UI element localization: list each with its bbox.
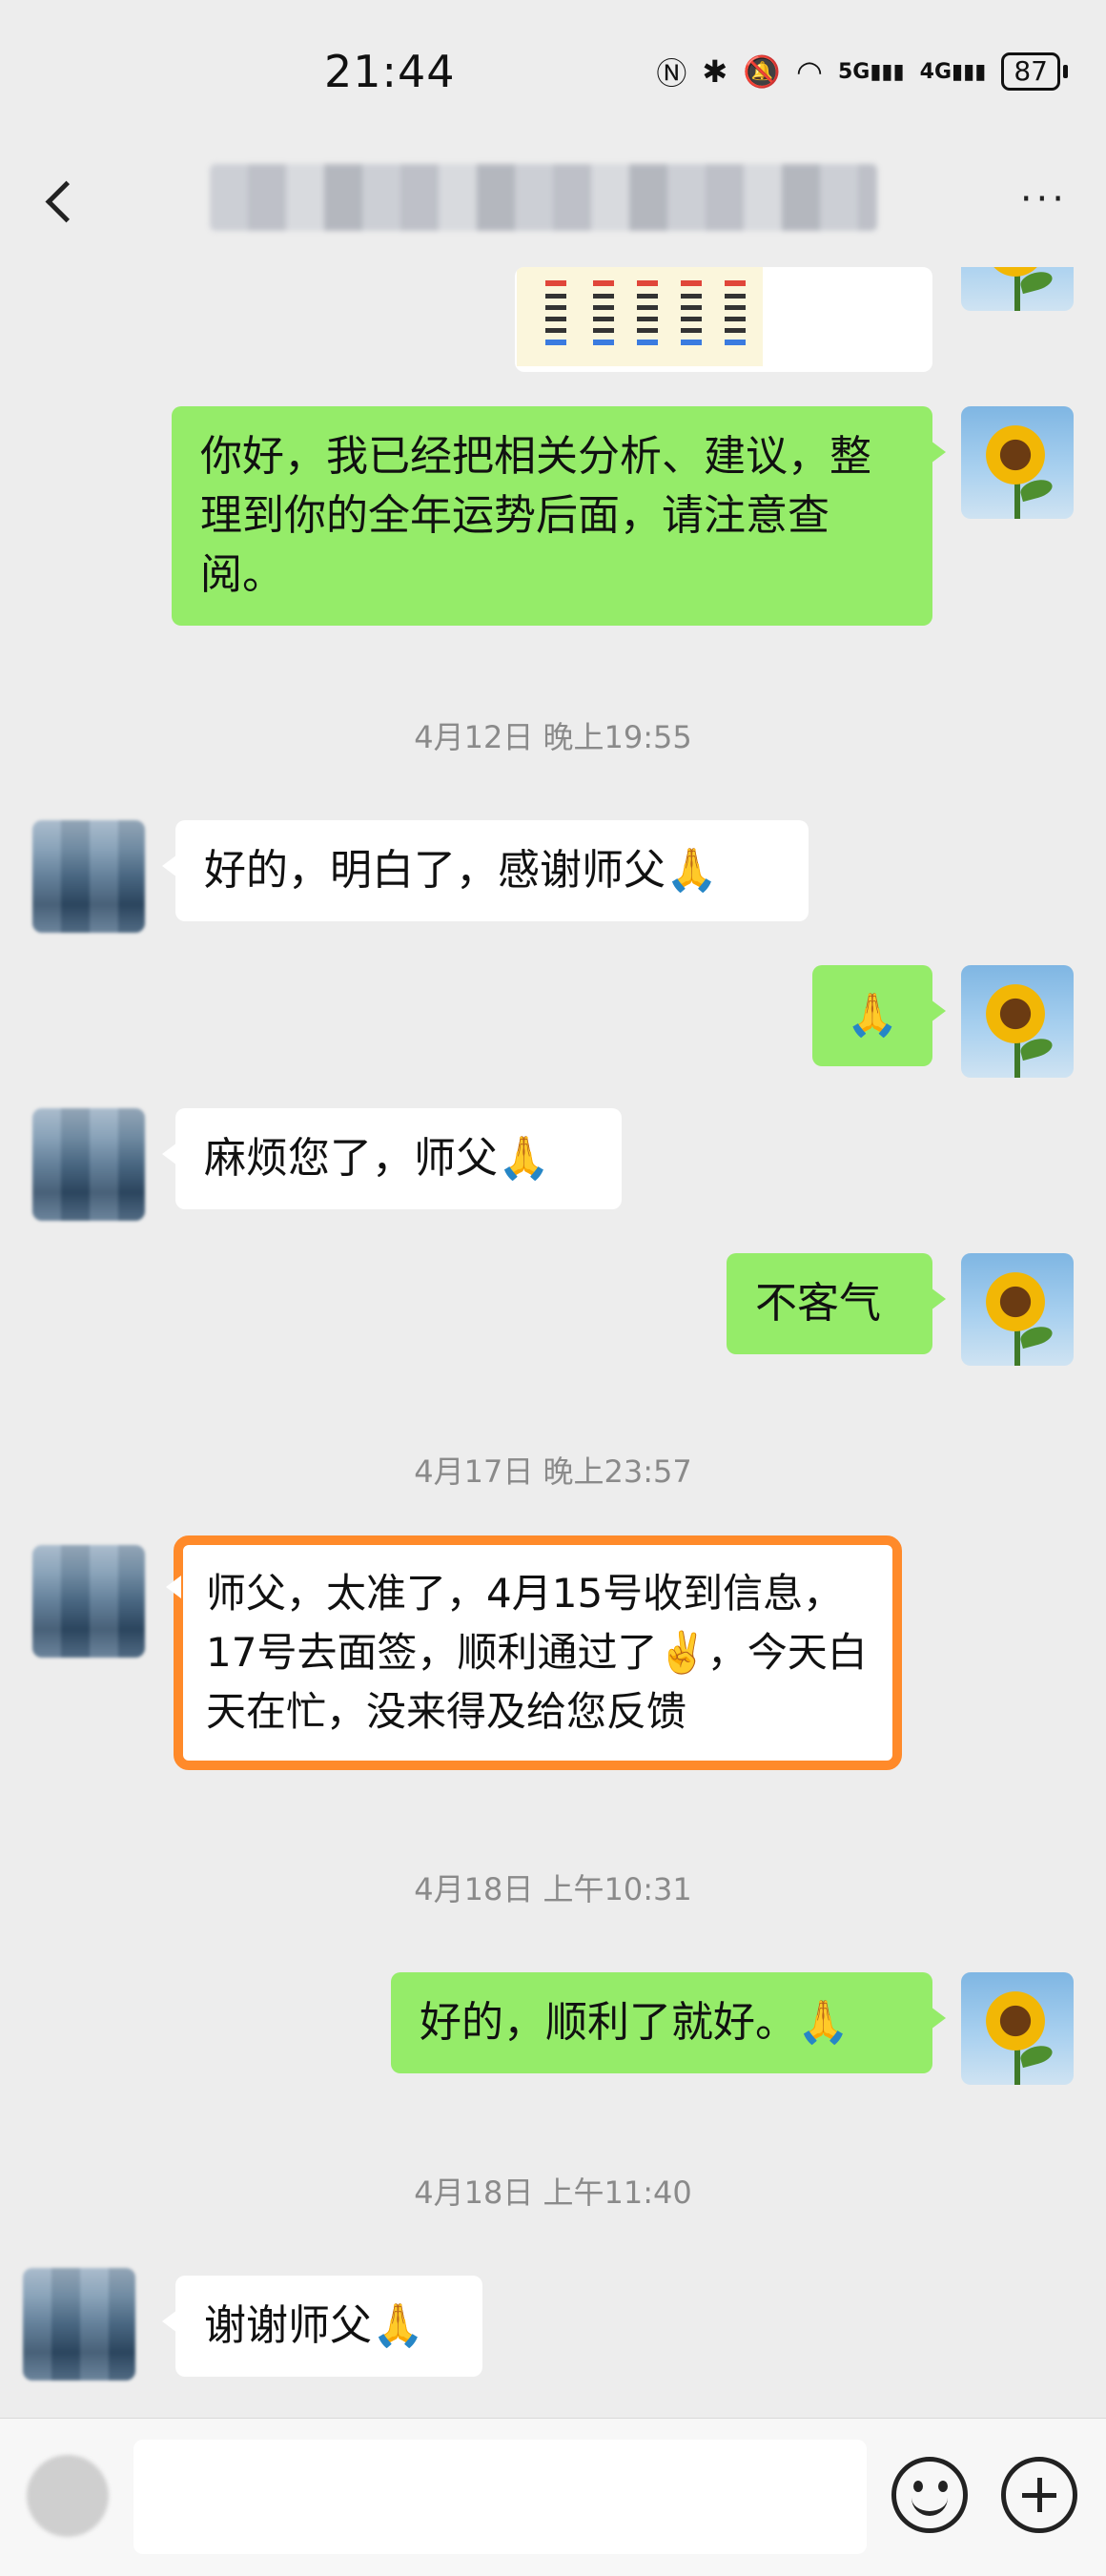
my-avatar[interactable]	[961, 406, 1074, 519]
bluetooth-icon: ✱	[702, 53, 728, 90]
message-bubble[interactable]: 麻烦您了，师父🙏	[162, 1108, 622, 1209]
back-arrow-icon[interactable]	[38, 172, 95, 229]
message-bubble[interactable]: 🙏	[812, 965, 946, 1066]
more-options-icon[interactable]: ···	[1020, 177, 1068, 221]
plus-icon[interactable]	[1001, 2457, 1077, 2533]
battery-level: 87	[1001, 52, 1060, 91]
message-timestamp: 4月17日 晚上23:57	[414, 1453, 692, 1490]
message-bubble[interactable]: 你好，我已经把相关分析、建议，整理到你的全年运势后面，请注意查阅。	[172, 406, 946, 626]
status-time: 21:44	[324, 46, 456, 97]
my-avatar[interactable]	[961, 965, 1074, 1078]
input-bar	[0, 2418, 1106, 2576]
battery-tip	[1063, 65, 1068, 78]
message-timestamp: 4月12日 晚上19:55	[414, 719, 692, 755]
status-icons: Ⓝ ✱ 🔕 ◠ 5G▮▮▮ 4G▮▮▮ 87	[656, 50, 1068, 93]
contact-avatar[interactable]	[32, 820, 145, 933]
my-avatar[interactable]	[961, 1972, 1074, 2085]
nfc-icon: Ⓝ	[656, 55, 687, 92]
message-bubble[interactable]: 好的，明白了，感谢师父🙏	[162, 820, 809, 921]
wifi-icon: ◠	[796, 53, 823, 90]
message-bubble-highlighted[interactable]: 师父，太准了，4月15号收到信息，17号去面签，顺利通过了✌️，今天白天在忙，没…	[166, 1535, 902, 1770]
message-input[interactable]	[133, 2440, 867, 2554]
contact-avatar[interactable]	[32, 1108, 145, 1221]
message-timestamp: 4月18日 上午10:31	[414, 1871, 692, 1907]
contact-avatar[interactable]	[23, 2268, 135, 2380]
battery-indicator: 87	[1001, 52, 1068, 91]
message-timestamp: 4月18日 上午11:40	[414, 2174, 692, 2211]
voice-icon[interactable]	[27, 2455, 109, 2537]
message-bubble[interactable]: 好的，顺利了就好。🙏	[391, 1972, 946, 2073]
chat-header: ···	[0, 143, 1106, 267]
signal-4g-icon: 4G▮▮▮	[919, 59, 987, 84]
image-thumbnail	[517, 267, 763, 366]
chat-title-redacted	[210, 164, 877, 231]
chat-message-list[interactable]: 你好，我已经把相关分析、建议，整理到你的全年运势后面，请注意查阅。 4月12日 …	[0, 267, 1106, 2418]
message-bubble[interactable]: 不客气	[727, 1253, 946, 1354]
my-avatar[interactable]	[961, 267, 1074, 311]
mute-icon: 🔕	[743, 53, 782, 90]
my-avatar[interactable]	[961, 1253, 1074, 1366]
message-bubble[interactable]: 谢谢师父🙏	[162, 2276, 482, 2377]
emoji-icon[interactable]	[891, 2457, 968, 2533]
status-bar: 21:44 Ⓝ ✱ 🔕 ◠ 5G▮▮▮ 4G▮▮▮ 87	[0, 0, 1106, 143]
image-message[interactable]	[515, 267, 932, 372]
contact-avatar[interactable]	[32, 1545, 145, 1658]
signal-5g-icon: 5G▮▮▮	[837, 59, 905, 84]
